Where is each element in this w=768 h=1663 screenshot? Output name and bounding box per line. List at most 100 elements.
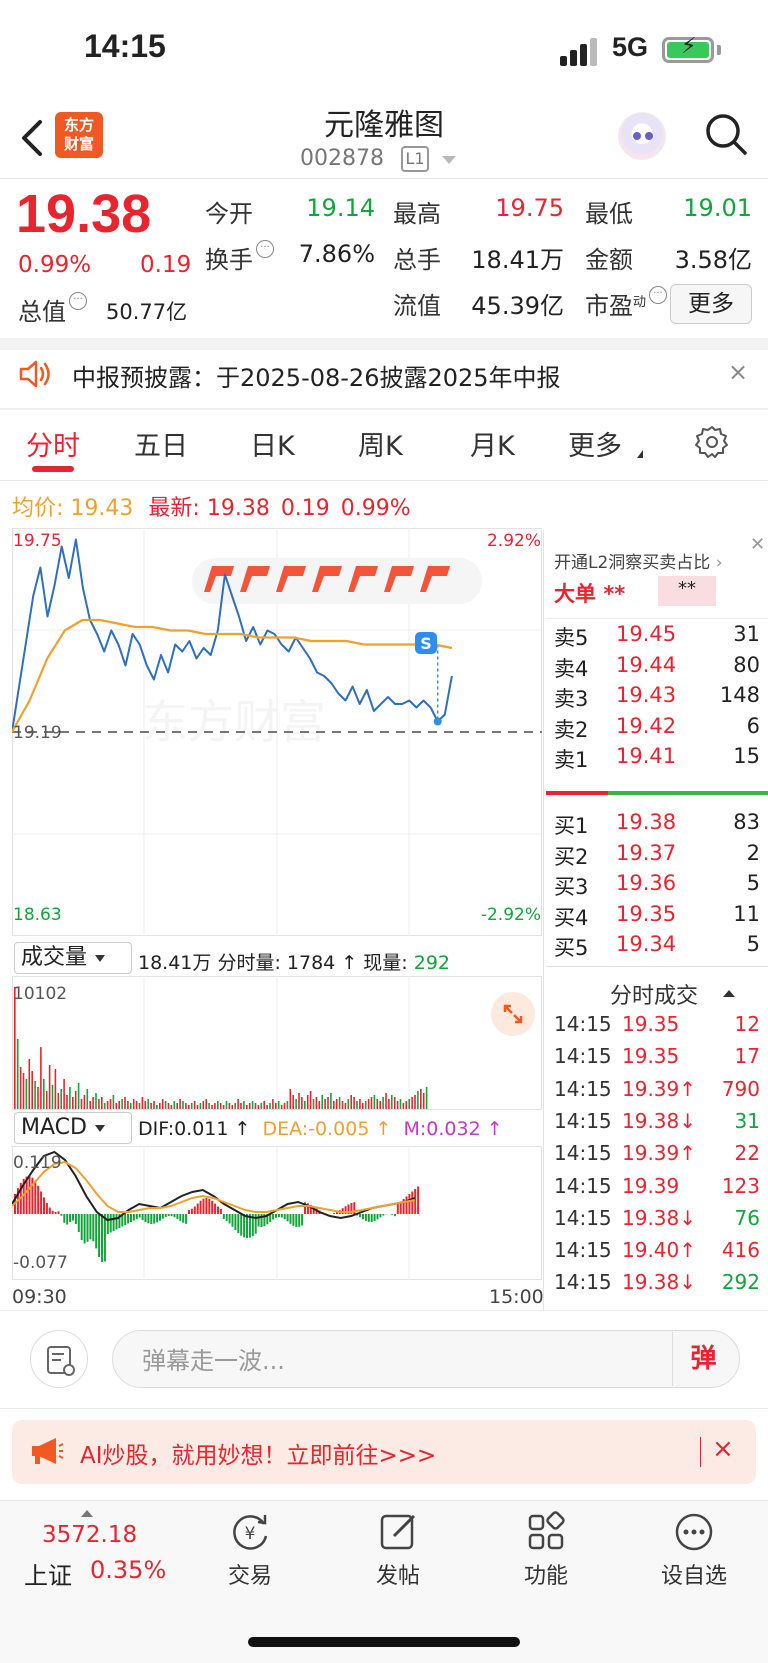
- index-name[interactable]: 上证: [24, 1556, 72, 1591]
- volume-bar: [22, 1073, 25, 1109]
- macd-bar: [66, 1214, 69, 1225]
- tick-row[interactable]: 14:15 19.39↑ 790: [554, 1077, 760, 1109]
- section-divider: [0, 338, 768, 350]
- ask-row[interactable]: 卖2 19.42 6: [554, 714, 760, 746]
- nav-post[interactable]: 发帖: [353, 1510, 443, 1590]
- volume-bar: [338, 1097, 341, 1109]
- gear-icon[interactable]: [694, 424, 730, 460]
- ask-row[interactable]: 卖1 19.41 15: [554, 744, 760, 776]
- news-settings-icon[interactable]: [30, 1330, 88, 1388]
- volume-chart[interactable]: 10102: [12, 976, 542, 1110]
- latest-point: [433, 717, 442, 726]
- ask-price: 19.44: [616, 652, 677, 677]
- volume-select[interactable]: 成交量: [14, 942, 132, 974]
- ask-volume: 80: [733, 652, 760, 677]
- tick-row[interactable]: 14:15 19.39 123: [554, 1174, 760, 1206]
- bid-row[interactable]: 买5 19.34 5: [554, 932, 760, 964]
- now-label: 现量:: [363, 952, 408, 974]
- nav-add-watchlist[interactable]: 设自选: [649, 1510, 739, 1590]
- volume-bar: [292, 1095, 294, 1109]
- search-icon[interactable]: [704, 112, 748, 156]
- macd-dea: DEA:-0.005 ↑: [262, 1118, 392, 1140]
- volume-bar: [28, 1059, 31, 1109]
- macd-select[interactable]: MACD: [14, 1112, 132, 1144]
- big-order-divider: [546, 618, 768, 619]
- macd-bar: [69, 1214, 72, 1223]
- volume-bar: [89, 1101, 91, 1109]
- volume-bar: [425, 1087, 428, 1109]
- tick-volume: 123: [721, 1173, 760, 1198]
- volume-bar: [391, 1095, 393, 1109]
- tick-row[interactable]: 14:15 19.38↓ 292: [554, 1270, 760, 1302]
- macd-bar: [205, 1198, 208, 1214]
- volume-bar: [353, 1097, 355, 1109]
- volume-bar: [248, 1103, 251, 1109]
- ask-row[interactable]: 卖3 19.43 148: [554, 683, 760, 715]
- bid-row[interactable]: 买2 19.37 2: [554, 841, 760, 873]
- back-icon[interactable]: [18, 118, 48, 158]
- ellipsis-circle-icon: [675, 1513, 713, 1551]
- volume-bar: [228, 1103, 231, 1109]
- volume-bar: [86, 1089, 89, 1109]
- macd-bar: [199, 1200, 202, 1214]
- info-icon[interactable]: ···: [69, 292, 87, 310]
- macd-bar: [208, 1198, 211, 1214]
- tick-row[interactable]: 14:15 19.38↓ 31: [554, 1109, 760, 1141]
- nav-functions[interactable]: 功能: [501, 1510, 591, 1590]
- macd-bar: [167, 1214, 170, 1217]
- tab-daily-k[interactable]: 日K: [250, 424, 295, 463]
- volume-bar: [396, 1101, 399, 1109]
- bid-row[interactable]: 买4 19.35 11: [554, 902, 760, 934]
- index-value[interactable]: 3572.18: [42, 1522, 137, 1548]
- tick-time: 14:15: [554, 1012, 612, 1036]
- s-badge-icon[interactable]: S: [415, 632, 437, 654]
- tab-monthly-k[interactable]: 月K: [470, 424, 515, 463]
- tick-row[interactable]: 14:15 19.35 12: [554, 1012, 760, 1044]
- volume-bar: [101, 1097, 103, 1109]
- expand-icon[interactable]: [491, 992, 535, 1036]
- notice-text[interactable]: 中报预披露：于2025-08-26披露2025年中报: [72, 358, 561, 393]
- tab-intraday[interactable]: 分时: [26, 424, 80, 463]
- stock-name[interactable]: 元隆雅图: [250, 100, 518, 144]
- tick-row[interactable]: 14:15 19.35 17: [554, 1044, 760, 1076]
- price-chart[interactable]: 东方财富 19.75 19.19 18.63 2.92% -2.92% S: [12, 528, 542, 936]
- nav-trade[interactable]: ¥ 交易: [205, 1510, 295, 1590]
- index-pct[interactable]: 0.35%: [90, 1556, 166, 1584]
- app-logo[interactable]: 东方财富: [55, 112, 103, 158]
- volume-bar: [362, 1103, 364, 1109]
- close-icon[interactable]: ×: [712, 1434, 734, 1464]
- tick-price: 19.39↑: [622, 1141, 697, 1166]
- tick-row[interactable]: 14:15 19.38↓ 76: [554, 1206, 760, 1238]
- ask-row[interactable]: 卖5 19.45 31: [554, 622, 760, 654]
- volume-bar: [335, 1099, 338, 1109]
- macd-bar: [211, 1200, 214, 1214]
- more-button[interactable]: 更多: [670, 284, 752, 324]
- volume-bar: [208, 1103, 210, 1109]
- robot-avatar-icon[interactable]: [618, 112, 666, 160]
- ticks-title[interactable]: 分时成交: [610, 978, 698, 1010]
- volume-bar: [385, 1093, 387, 1109]
- volume-bar: [327, 1097, 329, 1109]
- volume-bar: [40, 1047, 42, 1109]
- tab-more[interactable]: 更多: [568, 424, 622, 463]
- home-indicator[interactable]: [248, 1637, 520, 1647]
- danmu-button[interactable]: 弹: [672, 1332, 734, 1386]
- caret-up-icon[interactable]: [723, 990, 735, 997]
- close-icon[interactable]: ✕: [750, 534, 765, 555]
- chevron-down-icon[interactable]: [442, 156, 456, 164]
- tab-five-day[interactable]: 五日: [134, 424, 188, 463]
- macd-bar: [295, 1214, 298, 1227]
- macd-m: M:0.032 ↑: [403, 1118, 503, 1140]
- tab-weekly-k[interactable]: 周K: [358, 424, 403, 463]
- tick-row[interactable]: 14:15 19.39↑ 22: [554, 1141, 760, 1173]
- level-badge[interactable]: L1: [401, 146, 429, 172]
- ask-row[interactable]: 卖4 19.44 80: [554, 653, 760, 685]
- tick-row[interactable]: 14:15 19.40↑ 416: [554, 1238, 760, 1270]
- bid-row[interactable]: 买3 19.36 5: [554, 871, 760, 903]
- close-icon[interactable]: ×: [728, 358, 748, 386]
- ai-banner-text[interactable]: AI炒股，就用妙想！立即前往>>>: [80, 1436, 436, 1470]
- bid-row[interactable]: 买1 19.38 83: [554, 810, 760, 842]
- macd-chart[interactable]: 0.119 -0.077: [12, 1146, 542, 1280]
- volume-bar: [127, 1101, 129, 1109]
- l2-prompt[interactable]: 开通L2洞察买卖占比 ›: [554, 548, 723, 573]
